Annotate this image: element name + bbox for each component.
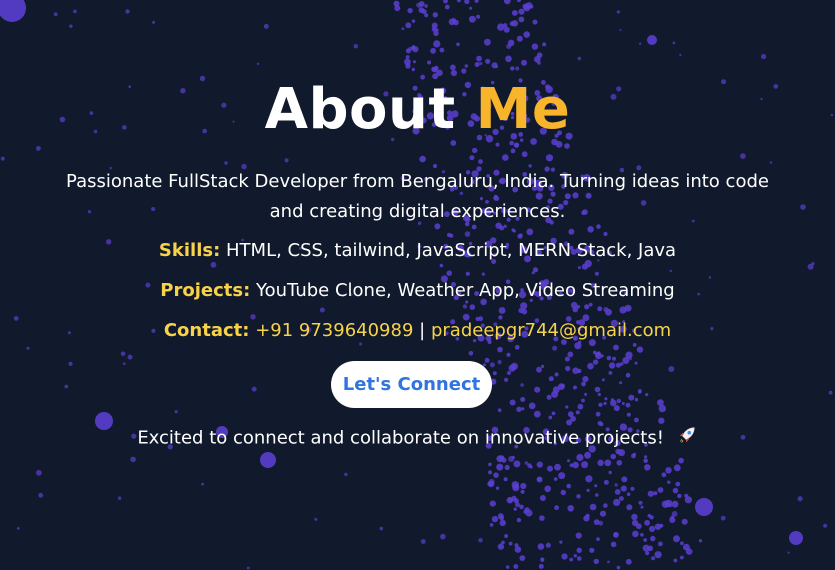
rocket-icon (676, 424, 698, 453)
intro-text: Passionate FullStack Developer from Beng… (66, 171, 769, 222)
title-accent: Me (475, 77, 571, 142)
tagline-text: Excited to connect and collaborate on in… (137, 427, 664, 449)
about-section: About Me Passionate FullStack Developer … (0, 0, 835, 570)
skills-value: HTML, CSS, tailwind, JavaScript, MERN St… (226, 240, 677, 261)
contact-separator: | (419, 320, 426, 341)
skills-line: Skills: HTML, CSS, tailwind, JavaScript,… (0, 239, 835, 263)
email-link[interactable]: pradeepgr744@gmail.com (431, 320, 671, 341)
contact-label: Contact: (163, 320, 250, 341)
phone-link[interactable]: +91 9739640989 (255, 320, 413, 341)
title-main: About (264, 77, 456, 142)
skills-label: Skills: (158, 240, 221, 261)
contact-line: Contact: +91 9739640989 | pradeepgr744@g… (0, 319, 835, 343)
lets-connect-button[interactable]: Let's Connect (331, 361, 492, 408)
tagline: Excited to connect and collaborate on in… (0, 424, 835, 453)
projects-value: YouTube Clone, Weather App, Video Stream… (256, 280, 675, 301)
page-title: About Me (0, 76, 835, 144)
projects-line: Projects: YouTube Clone, Weather App, Vi… (0, 279, 835, 303)
projects-label: Projects: (160, 280, 251, 301)
